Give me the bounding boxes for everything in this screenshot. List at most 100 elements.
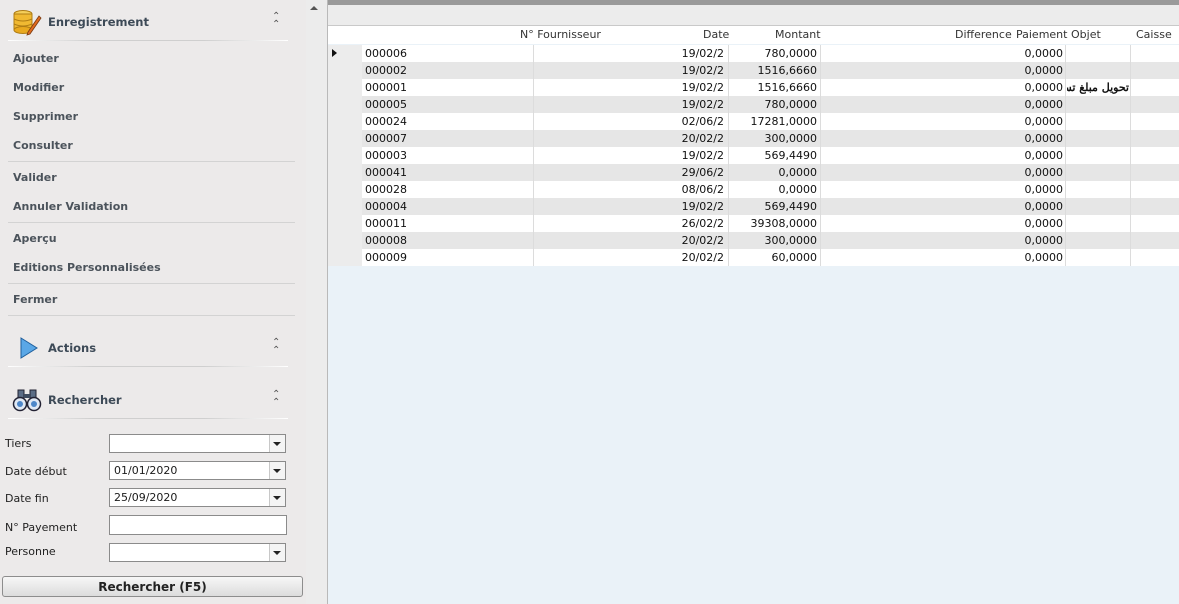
table-row[interactable]: 000004 19/02/2 569,4490 0,0000 — [328, 198, 1179, 215]
payement-input[interactable] — [109, 515, 287, 535]
cell-paiement: 0,0000 — [1024, 234, 1064, 247]
table-row[interactable]: 000001 19/02/2 1516,6660 0,0000 تحويل مبلغ ت… — [328, 79, 1179, 96]
date-fin-picker[interactable]: 25/09/2020 — [109, 488, 286, 507]
cell-numero: 000002 — [365, 64, 407, 77]
row-body[interactable]: 000024 02/06/2 17281,0000 0,0000 — [362, 113, 1179, 130]
row-selector[interactable] — [328, 130, 362, 147]
column-divider — [728, 45, 729, 62]
column-divider — [533, 79, 534, 96]
group-enregistrement-header[interactable]: Enregistrement ⌃ ⌃ — [0, 3, 296, 41]
group-actions-header[interactable]: Actions ⌃ ⌃ — [0, 329, 296, 367]
row-body[interactable]: 000002 19/02/2 1516,6660 0,0000 — [362, 62, 1179, 79]
menu-editions-personnalisees[interactable]: Editions Personnalisées — [13, 261, 161, 274]
table-row[interactable]: 000007 20/02/2 300,0000 0,0000 — [328, 130, 1179, 147]
row-body[interactable]: 000041 29/06/2 0,0000 0,0000 — [362, 164, 1179, 181]
row-body[interactable]: 000004 19/02/2 569,4490 0,0000 — [362, 198, 1179, 215]
table-row[interactable]: 000003 19/02/2 569,4490 0,0000 — [328, 147, 1179, 164]
column-header-paiement[interactable]: Paiement — [1016, 28, 1067, 41]
table-row[interactable]: 000005 19/02/2 780,0000 0,0000 — [328, 96, 1179, 113]
column-header-difference[interactable]: Difference — [955, 28, 1012, 41]
dropdown-arrow-icon[interactable] — [269, 462, 285, 479]
date-fin-value: 25/09/2020 — [114, 491, 178, 504]
row-body[interactable]: 000006 19/02/2 780,0000 0,0000 — [362, 45, 1179, 62]
row-selector[interactable] — [328, 249, 362, 266]
rechercher-button[interactable]: Rechercher (F5) — [2, 576, 303, 597]
row-selector[interactable] — [328, 181, 362, 198]
dropdown-arrow-icon[interactable] — [269, 544, 285, 561]
collapse-chevron-icon[interactable]: ⌃ ⌃ — [272, 12, 280, 30]
row-selector[interactable] — [328, 79, 362, 96]
row-selector[interactable] — [328, 147, 362, 164]
menu-supprimer[interactable]: Supprimer — [13, 110, 78, 123]
menu-fermer[interactable]: Fermer — [13, 293, 57, 306]
column-header-fournisseur[interactable]: N° Fournisseur — [520, 28, 601, 41]
column-divider — [1065, 130, 1066, 147]
tiers-combobox[interactable] — [109, 434, 286, 453]
menu-apercu[interactable]: Aperçu — [13, 232, 57, 245]
cell-numero: 000006 — [365, 47, 407, 60]
menu-valider[interactable]: Valider — [13, 171, 57, 184]
table-row[interactable]: 000011 26/02/2 39308,0000 0,0000 — [328, 215, 1179, 232]
column-divider — [533, 130, 534, 147]
collapse-arrow-icon[interactable] — [310, 6, 318, 10]
column-divider — [1130, 249, 1131, 266]
row-body[interactable]: 000001 19/02/2 1516,6660 0,0000 تحويل مبلغ ت… — [362, 79, 1179, 96]
menu-annuler-validation[interactable]: Annuler Validation — [13, 200, 128, 213]
row-selector[interactable] — [328, 232, 362, 249]
date-debut-picker[interactable]: 01/01/2020 — [109, 461, 286, 480]
column-divider — [820, 62, 821, 79]
row-selector[interactable] — [328, 45, 362, 62]
row-selector[interactable] — [328, 198, 362, 215]
menu-ajouter[interactable]: Ajouter — [13, 52, 59, 65]
column-divider — [1065, 215, 1066, 232]
personne-combobox[interactable] — [109, 543, 286, 562]
column-divider — [820, 147, 821, 164]
group-rechercher-header[interactable]: Rechercher ⌃ ⌃ — [0, 381, 296, 419]
column-divider — [1130, 45, 1131, 62]
column-divider — [728, 113, 729, 130]
table-row[interactable]: 000002 19/02/2 1516,6660 0,0000 — [328, 62, 1179, 79]
table-row[interactable]: 000041 29/06/2 0,0000 0,0000 — [328, 164, 1179, 181]
column-divider — [533, 45, 534, 62]
table-row[interactable]: 000008 20/02/2 300,0000 0,0000 — [328, 232, 1179, 249]
panel-splitter[interactable] — [306, 0, 328, 604]
row-selector[interactable] — [328, 96, 362, 113]
menu-separator — [8, 222, 295, 223]
column-divider — [728, 62, 729, 79]
column-header-caisse[interactable]: Caisse — [1136, 28, 1172, 41]
column-divider — [1065, 62, 1066, 79]
row-body[interactable]: 000007 20/02/2 300,0000 0,0000 — [362, 130, 1179, 147]
collapse-chevron-icon[interactable]: ⌃ ⌃ — [272, 390, 280, 408]
table-row[interactable]: 000028 08/06/2 0,0000 0,0000 — [328, 181, 1179, 198]
row-selector[interactable] — [328, 113, 362, 130]
cell-montant: 300,0000 — [764, 234, 818, 247]
menu-consulter[interactable]: Consulter — [13, 139, 73, 152]
table-row[interactable]: 000009 20/02/2 60,0000 0,0000 — [328, 249, 1179, 266]
table-row[interactable]: 000024 02/06/2 17281,0000 0,0000 — [328, 113, 1179, 130]
row-body[interactable]: 000003 19/02/2 569,4490 0,0000 — [362, 147, 1179, 164]
column-header-date[interactable]: Date — [703, 28, 729, 41]
column-header-montant[interactable]: Montant — [775, 28, 821, 41]
cell-numero: 000041 — [365, 166, 407, 179]
dropdown-arrow-icon[interactable] — [269, 489, 285, 506]
menu-separator — [8, 161, 295, 162]
row-selector[interactable] — [328, 215, 362, 232]
cell-date: 20/02/2 — [681, 132, 724, 145]
column-divider — [533, 198, 534, 215]
play-icon — [20, 337, 38, 359]
row-body[interactable]: 000028 08/06/2 0,0000 0,0000 — [362, 181, 1179, 198]
table-row[interactable]: 000006 19/02/2 780,0000 0,0000 — [328, 45, 1179, 62]
row-body[interactable]: 000005 19/02/2 780,0000 0,0000 — [362, 96, 1179, 113]
group-actions-title: Actions — [48, 341, 97, 355]
menu-modifier[interactable]: Modifier — [13, 81, 64, 94]
row-body[interactable]: 000009 20/02/2 60,0000 0,0000 — [362, 249, 1179, 266]
column-header-objet[interactable]: Objet — [1071, 28, 1101, 41]
collapse-chevron-icon[interactable]: ⌃ ⌃ — [272, 338, 280, 356]
row-selector[interactable] — [328, 62, 362, 79]
row-body[interactable]: 000011 26/02/2 39308,0000 0,0000 — [362, 215, 1179, 232]
row-body[interactable]: 000008 20/02/2 300,0000 0,0000 — [362, 232, 1179, 249]
dropdown-arrow-icon[interactable] — [269, 435, 285, 452]
data-grid[interactable]: N° Fournisseur Date Montant Difference P… — [328, 0, 1179, 604]
cell-numero: 000007 — [365, 132, 407, 145]
row-selector[interactable] — [328, 164, 362, 181]
